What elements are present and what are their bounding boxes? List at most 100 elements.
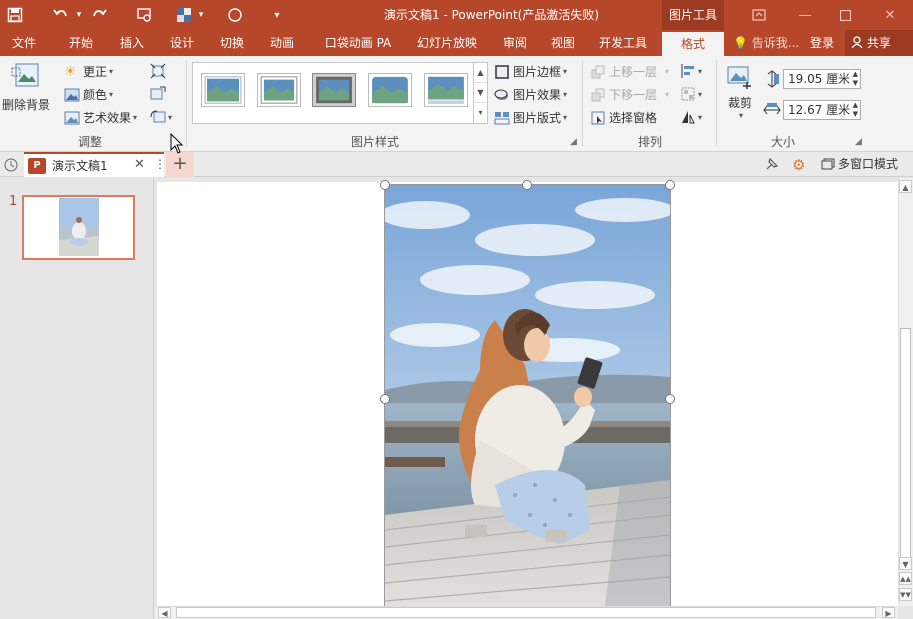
gallery-down-icon[interactable]: ▼: [474, 83, 487, 103]
horizontal-scroll-thumb[interactable]: [176, 607, 876, 618]
picture-style-5[interactable]: [424, 73, 468, 107]
chevron-down-icon: ▾: [665, 67, 670, 76]
document-tab[interactable]: P 演示文稿1 ✕ ⋮: [24, 152, 166, 177]
align-icon[interactable]: ▾: [680, 63, 702, 79]
group-label-adjust: 调整: [77, 135, 102, 149]
tab-list-icon[interactable]: [3, 157, 19, 173]
tab-view[interactable]: 视图: [540, 30, 586, 56]
chevron-down-icon: ▾: [665, 90, 670, 99]
slideshow-from-start-icon[interactable]: [130, 0, 160, 30]
resize-handle-top-center[interactable]: [522, 180, 532, 190]
pin-icon[interactable]: [764, 156, 782, 174]
tell-me-label: 告诉我...: [751, 36, 800, 50]
multi-window-mode-button[interactable]: 多窗口模式: [816, 152, 913, 177]
undo-icon[interactable]: [50, 0, 72, 30]
width-value: 12.67 厘米: [788, 103, 851, 117]
settings-gear-icon[interactable]: ⚙: [792, 156, 810, 174]
tell-me-search[interactable]: 💡 告诉我...: [733, 30, 799, 56]
selection-pane-label: 选择窗格: [609, 111, 658, 125]
selected-picture[interactable]: [384, 184, 671, 607]
corrections-button[interactable]: ☀ 更正 ▾: [64, 63, 113, 80]
multi-window-label: 多窗口模式: [838, 157, 899, 171]
picture-effects-button[interactable]: 图片效果 ▾: [494, 86, 567, 103]
slide-thumbnail-picture: [59, 198, 99, 256]
change-picture-icon[interactable]: [150, 86, 166, 102]
slide-thumbnail-panel: 1: [0, 178, 154, 619]
reset-picture-icon[interactable]: ▾: [150, 109, 172, 125]
tab-developer[interactable]: 开发工具: [590, 30, 656, 56]
close-tab-icon[interactable]: ✕: [134, 157, 145, 172]
compress-pictures-icon[interactable]: [150, 63, 166, 79]
oval-shape-icon[interactable]: [220, 0, 250, 30]
group-separator: [716, 60, 717, 146]
chevron-down-icon: ▾: [563, 67, 568, 76]
resize-handle-top-right[interactable]: [665, 180, 675, 190]
tab-format[interactable]: 格式: [662, 32, 724, 56]
picture-layout-button[interactable]: 图片版式 ▾: [494, 109, 567, 126]
sun-icon: ☀: [64, 63, 77, 80]
vertical-scroll-thumb[interactable]: [900, 328, 911, 568]
height-input[interactable]: 19.05 厘米 ▲ ▼: [783, 69, 861, 89]
selection-pane-button[interactable]: 选择窗格: [590, 109, 657, 126]
resize-handle-middle-right[interactable]: [665, 394, 675, 404]
resize-handle-top-left[interactable]: [380, 180, 390, 190]
rotate-icon[interactable]: ▾: [680, 109, 702, 125]
crop-label: 裁剪: [727, 96, 752, 110]
tab-review[interactable]: 审阅: [492, 30, 538, 56]
color-button[interactable]: 颜色 ▾: [64, 86, 113, 103]
slide-number: 1: [9, 194, 18, 209]
undo-dropdown-icon[interactable]: ▾: [72, 0, 86, 30]
picture-style-3[interactable]: [312, 73, 356, 107]
gallery-up-icon[interactable]: ▲: [474, 63, 487, 83]
scroll-left-icon[interactable]: ◀: [158, 607, 171, 618]
lightbulb-icon: 💡: [733, 36, 748, 50]
bring-forward-button[interactable]: 上移一层 ▾: [590, 63, 669, 80]
title-bar: ▾ ▾ ▾ 演示文稿1 - PowerPoint(产品激活失败) 图片工具 — …: [0, 0, 913, 30]
tab-insert[interactable]: 插入: [108, 30, 156, 56]
next-slide-icon[interactable]: ▼▼: [899, 588, 912, 601]
picture-style-1[interactable]: [201, 73, 245, 107]
picture-style-4[interactable]: [368, 73, 412, 107]
group-objects-icon[interactable]: ▾: [680, 86, 702, 102]
more-options-icon[interactable]: ⋮: [154, 157, 166, 171]
width-input[interactable]: 12.67 厘米 ▲ ▼: [783, 100, 861, 120]
tab-design[interactable]: 设计: [158, 30, 206, 56]
save-icon[interactable]: [0, 0, 30, 30]
size-launcher-icon[interactable]: ◢: [855, 137, 862, 147]
spin-arrows-icon[interactable]: ▲ ▼: [853, 70, 858, 88]
color-picker-icon[interactable]: [174, 0, 194, 30]
tab-animations[interactable]: 动画: [258, 30, 306, 56]
scroll-up-icon[interactable]: ▲: [899, 180, 912, 193]
maximize-icon[interactable]: [822, 0, 868, 30]
new-tab-button[interactable]: +: [166, 152, 194, 177]
color-picker-dropdown-icon[interactable]: ▾: [194, 0, 208, 30]
height-icon: [767, 70, 779, 88]
scroll-down-icon[interactable]: ▼: [899, 557, 912, 570]
picture-border-button[interactable]: 图片边框 ▾: [494, 63, 567, 80]
gallery-more-icon[interactable]: ▾: [474, 103, 487, 123]
remove-background-button[interactable]: 删除背景: [2, 62, 50, 122]
scroll-right-icon[interactable]: ▶: [882, 607, 895, 618]
previous-slide-icon[interactable]: ▲▲: [899, 572, 912, 585]
picture-style-2[interactable]: [257, 73, 301, 107]
resize-handle-middle-left[interactable]: [380, 394, 390, 404]
picture-effects-label: 图片效果: [513, 88, 562, 102]
tab-slideshow[interactable]: 幻灯片放映: [410, 30, 484, 56]
mouse-cursor-icon: [170, 133, 184, 154]
share-button[interactable]: 共享: [845, 30, 913, 56]
ribbon-display-options-icon[interactable]: [736, 0, 782, 30]
customize-qat-icon[interactable]: ▾: [262, 0, 292, 30]
spin-arrows-icon[interactable]: ▲ ▼: [853, 101, 858, 119]
picture-styles-launcher-icon[interactable]: ◢: [570, 137, 577, 147]
tab-home[interactable]: 开始: [56, 30, 106, 56]
close-icon[interactable]: ✕: [867, 0, 913, 30]
tab-file[interactable]: 文件: [0, 30, 48, 56]
crop-button[interactable]: 裁剪 ▾: [724, 64, 756, 124]
tab-transitions[interactable]: 切换: [208, 30, 256, 56]
login-button[interactable]: 登录: [810, 30, 834, 56]
tab-pocket-animation[interactable]: 口袋动画 PA: [316, 30, 400, 56]
send-backward-button[interactable]: 下移一层 ▾: [590, 86, 669, 103]
slide-thumbnail[interactable]: [22, 195, 135, 260]
artistic-effects-button[interactable]: 艺术效果 ▾: [64, 109, 137, 126]
redo-icon[interactable]: [86, 0, 112, 30]
